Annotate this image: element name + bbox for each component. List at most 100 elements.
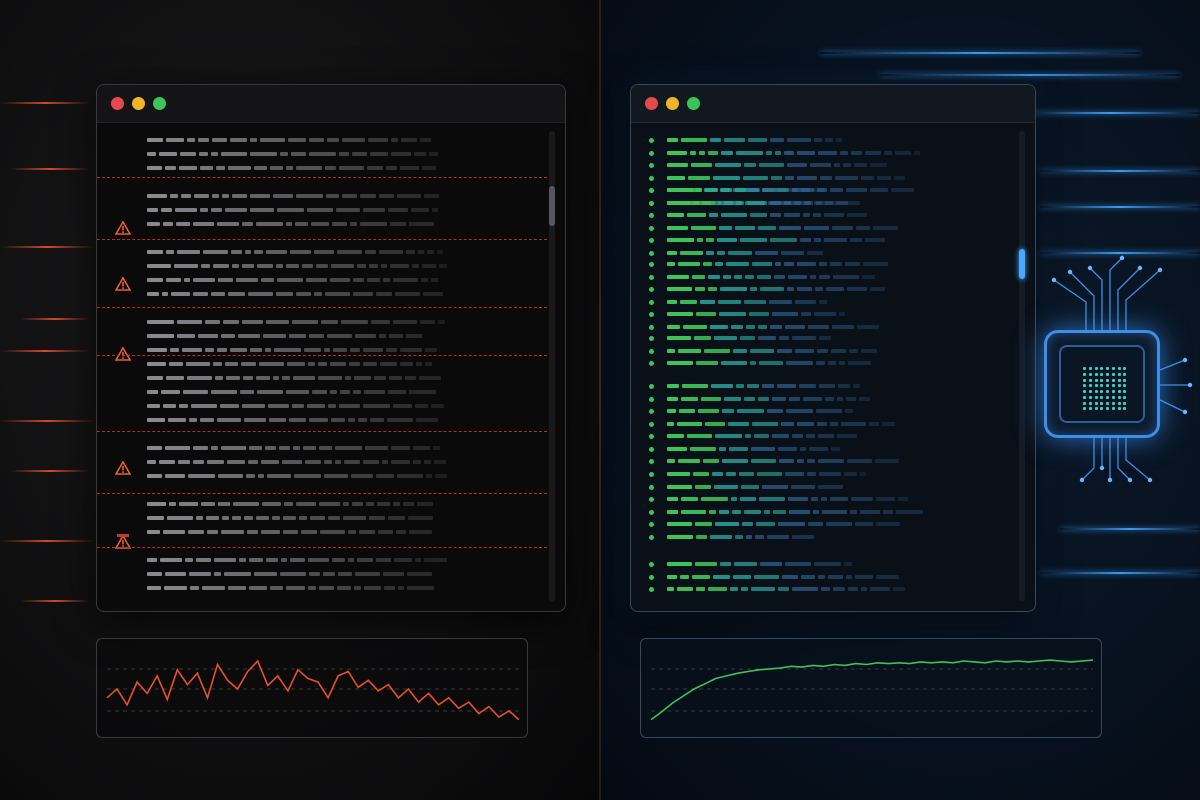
- right-log-window: [630, 84, 1036, 612]
- chip-cell: [1106, 401, 1109, 405]
- log-line-ok: [667, 188, 825, 192]
- status-dot: [649, 409, 654, 414]
- status-dot: [649, 274, 654, 280]
- left-log-window: [96, 84, 566, 612]
- close-button[interactable]: [111, 97, 124, 110]
- log-line-ok: [667, 562, 852, 566]
- error-separator: [97, 307, 547, 308]
- status-dot: [649, 384, 654, 389]
- blue-light-streak: [1040, 572, 1200, 574]
- chip-cell: [1094, 395, 1098, 399]
- chip-cell: [1094, 367, 1098, 370]
- circuit-node: [1137, 265, 1143, 271]
- circuit-node: [1067, 269, 1073, 275]
- chip-cell: [1088, 407, 1092, 411]
- circuit-trace: [1117, 267, 1141, 330]
- log-line-blurred: [147, 264, 447, 268]
- error-separator: [97, 431, 547, 432]
- log-line-ok: [667, 396, 870, 401]
- chip-cell: [1117, 395, 1121, 399]
- status-dot: [649, 484, 654, 490]
- circuit-trace: [1117, 438, 1131, 481]
- chip-grid: [1083, 367, 1127, 411]
- status-dot: [649, 150, 654, 156]
- status-dot: [649, 574, 654, 580]
- chip-cell: [1088, 372, 1092, 376]
- blue-light-streak: [1040, 206, 1200, 208]
- chip-cell: [1111, 407, 1115, 411]
- log-line-ok: [667, 522, 900, 526]
- circuit-trace: [1081, 438, 1095, 481]
- chip-cell: [1088, 378, 1092, 382]
- log-line-ok: [667, 250, 823, 255]
- left-scrollbar[interactable]: [549, 131, 555, 601]
- chip-cell: [1123, 372, 1127, 376]
- maximize-button[interactable]: [687, 97, 700, 110]
- status-dot: [649, 472, 654, 477]
- circuit-node: [1127, 477, 1133, 483]
- log-line-ok: [667, 484, 843, 489]
- chip-cell: [1123, 384, 1127, 388]
- left-scroll-thumb[interactable]: [549, 186, 555, 226]
- log-line-blurred: [147, 362, 432, 366]
- status-dot: [649, 497, 654, 502]
- status-dot: [649, 459, 654, 464]
- status-dot: [649, 446, 654, 452]
- log-line-blurred: [147, 404, 444, 408]
- maximize-button[interactable]: [153, 97, 166, 110]
- circuit-trace: [1089, 267, 1103, 330]
- status-dot: [649, 262, 654, 267]
- chip-cell: [1100, 401, 1104, 405]
- log-line-blurred: [147, 418, 438, 422]
- status-dot: [649, 188, 654, 193]
- log-line-blurred: [147, 390, 436, 394]
- close-button[interactable]: [645, 97, 658, 110]
- chip-cell: [1088, 401, 1092, 405]
- chip-cell: [1083, 395, 1086, 399]
- log-line-ok: [667, 574, 899, 579]
- chip-cell: [1100, 367, 1104, 370]
- circuit-node: [1079, 477, 1085, 483]
- right-log-area: [631, 123, 1035, 611]
- chip-cell: [1123, 390, 1127, 393]
- chip-cell: [1094, 401, 1098, 405]
- chip-cell: [1088, 384, 1092, 388]
- log-line-blurred: [147, 334, 422, 338]
- chip-core: [1059, 345, 1145, 423]
- processor-chip-icon: [1044, 330, 1160, 438]
- ai-chip-graphic: [1010, 240, 1200, 490]
- chip-cell: [1123, 401, 1127, 405]
- status-dot: [649, 175, 654, 181]
- circuit-node: [1099, 465, 1105, 471]
- minimize-button[interactable]: [666, 97, 679, 110]
- log-line-ok: [667, 299, 827, 304]
- log-line-blurred: [147, 166, 436, 170]
- log-line-ok: [667, 459, 899, 463]
- left-trend-chart: [96, 638, 528, 738]
- chip-cell: [1100, 407, 1104, 411]
- warning-triangle-icon: [115, 277, 131, 291]
- error-separator: [97, 239, 547, 240]
- log-line-ok: [667, 225, 898, 230]
- log-line-blurred: [147, 446, 440, 450]
- log-line-ok: [667, 384, 860, 388]
- status-dot: [649, 587, 654, 592]
- chip-cell: [1117, 378, 1121, 382]
- chip-cell: [1106, 407, 1109, 411]
- circuit-trace: [1053, 279, 1087, 330]
- circuit-trace: [1159, 359, 1186, 371]
- chip-cell: [1083, 372, 1086, 376]
- red-light-streak: [10, 470, 90, 472]
- red-light-streak: [10, 168, 90, 170]
- error-separator: [97, 493, 547, 494]
- status-dot: [649, 163, 654, 168]
- minimize-button[interactable]: [132, 97, 145, 110]
- log-line-blurred: [147, 152, 438, 156]
- log-line-ok: [667, 348, 877, 353]
- chip-cell: [1117, 384, 1121, 388]
- status-dot: [649, 299, 654, 305]
- chip-cell: [1123, 407, 1127, 411]
- chip-cell: [1083, 407, 1086, 411]
- status-dot: [649, 336, 654, 341]
- status-dot: [649, 509, 654, 515]
